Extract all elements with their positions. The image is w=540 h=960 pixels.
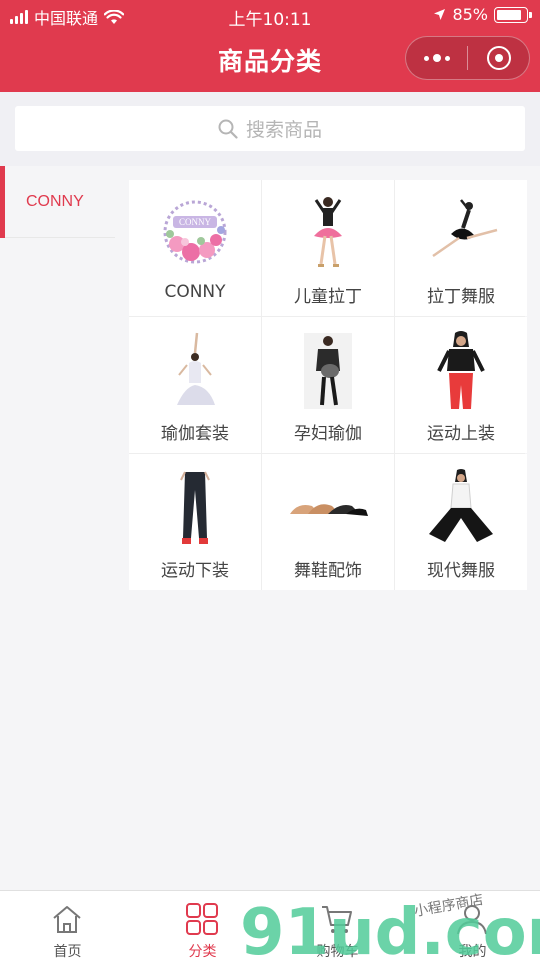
category-tile[interactable]: CONNY CONNY xyxy=(129,180,261,316)
search-icon xyxy=(218,119,238,139)
category-tile[interactable]: 拉丁舞服 xyxy=(395,180,527,316)
category-tile[interactable]: 舞鞋配饰 xyxy=(262,454,394,590)
modern-dance-costume-icon xyxy=(421,468,501,548)
category-label: 舞鞋配饰 xyxy=(294,561,362,581)
category-label: 现代舞服 xyxy=(427,561,495,581)
tab-label: 我的 xyxy=(458,944,487,960)
tab-label: 分类 xyxy=(188,944,217,960)
maternity-yoga-icon xyxy=(288,331,368,411)
battery-icon xyxy=(494,6,532,23)
category-label: 拉丁舞服 xyxy=(427,287,495,307)
category-tile[interactable]: 孕妇瑜伽 xyxy=(262,317,394,453)
category-label: 运动下装 xyxy=(161,561,229,581)
category-label: 运动上装 xyxy=(427,424,495,444)
logo-text: CONNY xyxy=(179,217,212,227)
dance-shoes-icon xyxy=(288,468,368,548)
tab-bar: 首页 分类 购物车 我的 xyxy=(0,890,540,960)
cart-icon xyxy=(322,906,352,933)
tab-cart[interactable]: 购物车 xyxy=(270,891,405,960)
category-tile[interactable]: 瑜伽套装 xyxy=(129,317,261,453)
category-tile[interactable]: 现代舞服 xyxy=(395,454,527,590)
user-icon xyxy=(457,905,487,935)
child-latin-dancer-icon xyxy=(288,194,368,274)
close-miniprogram-button[interactable] xyxy=(468,36,529,80)
tab-label: 购物车 xyxy=(316,944,359,960)
sport-top-icon xyxy=(421,331,501,411)
more-button[interactable] xyxy=(406,36,467,80)
category-label: 儿童拉丁 xyxy=(294,287,362,307)
category-tile[interactable]: 儿童拉丁 xyxy=(262,180,394,316)
location-arrow-icon xyxy=(434,9,446,20)
search-bar-area: 搜索商品 xyxy=(0,92,540,166)
category-tile[interactable]: 运动下装 xyxy=(129,454,261,590)
latin-dance-costume-icon xyxy=(421,194,501,274)
status-right: 85% xyxy=(433,5,532,24)
sport-pants-icon xyxy=(155,468,235,548)
battery-percent: 85% xyxy=(452,5,488,24)
sidebar-item-label: CONNY xyxy=(26,192,84,210)
tab-label: 首页 xyxy=(53,944,82,960)
more-dots-icon xyxy=(423,54,450,62)
category-sidebar: CONNY xyxy=(0,166,115,238)
sidebar-item-conny[interactable]: CONNY xyxy=(0,166,115,238)
search-placeholder: 搜索商品 xyxy=(245,119,322,141)
category-label: 瑜伽套装 xyxy=(161,424,229,444)
category-label: CONNY xyxy=(164,282,226,302)
category-tile[interactable]: 运动上装 xyxy=(395,317,527,453)
miniprogram-capsule xyxy=(405,36,530,80)
status-bar: 中国联通 上午10:11 85% xyxy=(0,0,540,30)
yoga-set-icon xyxy=(155,331,235,411)
category-grid: CONNY CONNY 儿童拉丁 拉丁舞服 瑜伽套装 孕妇瑜伽 运动上装 运动下… xyxy=(129,180,527,590)
target-close-icon xyxy=(486,46,511,70)
header: 中国联通 上午10:11 85% 商品分类 xyxy=(0,0,540,92)
category-label: 孕妇瑜伽 xyxy=(294,424,362,444)
conny-logo-icon: CONNY xyxy=(155,194,235,274)
tab-category[interactable]: 分类 xyxy=(135,891,270,960)
search-input[interactable]: 搜索商品 xyxy=(15,106,525,151)
tab-mine[interactable]: 我的 xyxy=(405,891,540,960)
home-icon xyxy=(53,906,81,933)
tab-home[interactable]: 首页 xyxy=(0,891,135,960)
grid-icon xyxy=(186,903,218,935)
